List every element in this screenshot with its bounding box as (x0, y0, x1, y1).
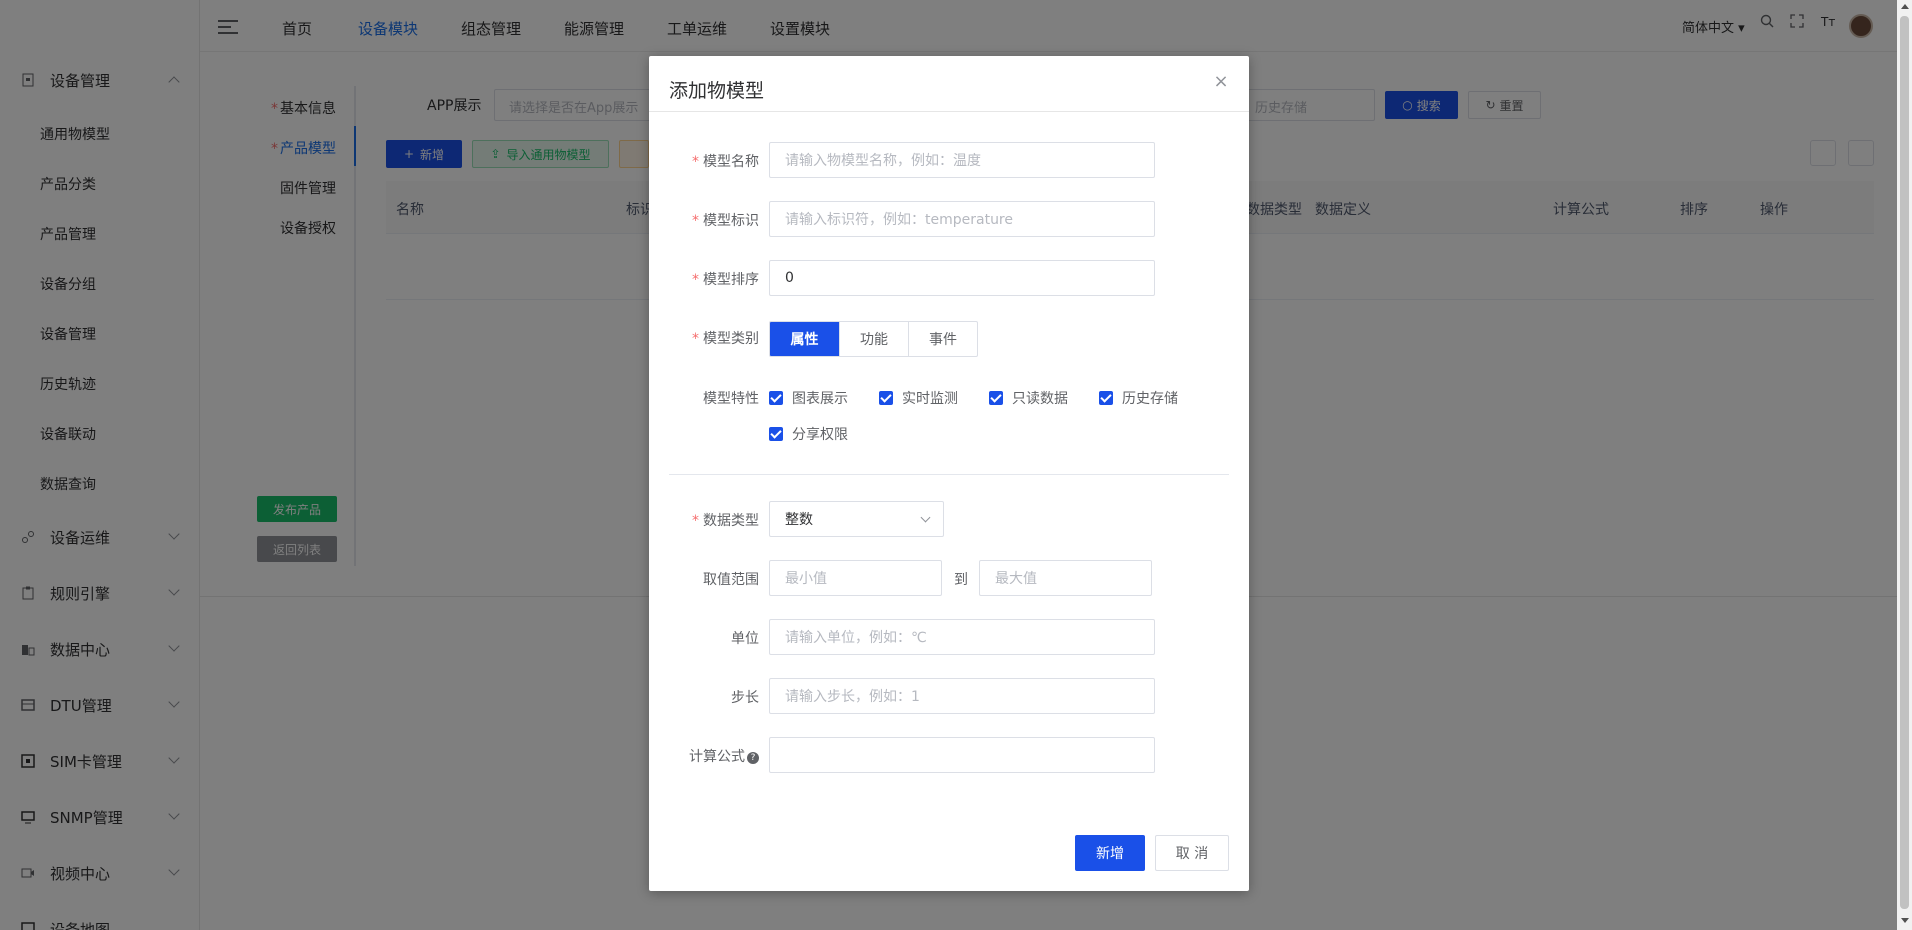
scroll-up-icon[interactable] (1901, 4, 1909, 9)
formula-label: 计算公式? (689, 746, 759, 766)
select-value: 整数 (785, 512, 813, 528)
category-function-radio[interactable]: 功能 (839, 322, 908, 356)
step-label: 步长 (731, 690, 759, 706)
dialog-header-divider (649, 111, 1249, 112)
scroll-down-icon[interactable] (1901, 918, 1909, 923)
label-text: 模型类别 (703, 331, 759, 347)
checkbox-label: 分享权限 (792, 427, 848, 443)
feature-chart-checkbox[interactable]: 图表展示 (769, 388, 848, 408)
label-text: 模型标识 (703, 213, 759, 229)
required-mark: * (692, 213, 699, 229)
checkbox-label: 实时监测 (902, 391, 958, 407)
step-input[interactable]: 请输入步长，例如：1 (769, 678, 1155, 714)
unit-input[interactable]: 请输入单位，例如：℃ (769, 619, 1155, 655)
close-icon[interactable]: × (1213, 73, 1229, 91)
checkbox-label: 图表展示 (792, 391, 848, 407)
check-icon (989, 391, 1003, 405)
chevron-down-icon (920, 512, 931, 523)
feature-realtime-checkbox[interactable]: 实时监测 (879, 388, 958, 408)
required-mark: * (692, 331, 699, 347)
feature-share-checkbox[interactable]: 分享权限 (769, 424, 848, 444)
check-icon (879, 391, 893, 405)
feature-readonly-checkbox[interactable]: 只读数据 (989, 388, 1068, 408)
check-icon (1099, 391, 1113, 405)
required-mark: * (692, 154, 699, 170)
dialog-title: 添加物模型 (669, 80, 765, 102)
help-icon[interactable]: ? (747, 752, 759, 764)
category-event-radio[interactable]: 事件 (908, 322, 977, 356)
checkbox-label: 只读数据 (1012, 391, 1068, 407)
label-text: 计算公式 (689, 749, 745, 765)
feature-history-checkbox[interactable]: 历史存储 (1099, 388, 1178, 408)
data-type-label: * 数据类型 (692, 510, 759, 530)
value-range-label: 取值范围 (703, 572, 759, 588)
required-mark: * (692, 272, 699, 288)
model-name-input[interactable]: 请输入物模型名称，例如：温度 (769, 142, 1155, 178)
model-id-label: * 模型标识 (692, 210, 759, 230)
add-model-dialog: 添加物模型 × * 模型名称 请输入物模型名称，例如：温度 * 模型标识 请输入标识… (649, 56, 1249, 891)
unit-label: 单位 (731, 631, 759, 647)
page-scrollbar[interactable] (1897, 0, 1912, 930)
category-property-radio[interactable]: 属性 (770, 322, 839, 356)
submit-add-button[interactable]: 新增 (1075, 835, 1145, 871)
min-value-input[interactable]: 最小值 (769, 560, 942, 596)
scroll-thumb[interactable] (1900, 16, 1909, 909)
label-text: 模型名称 (703, 154, 759, 170)
checkbox-label: 历史存储 (1122, 391, 1178, 407)
check-icon (769, 391, 783, 405)
form-divider (669, 474, 1229, 475)
required-mark: * (692, 513, 699, 529)
check-icon (769, 427, 783, 441)
model-feature-label: 模型特性 (703, 391, 759, 407)
cancel-button[interactable]: 取 消 (1155, 835, 1229, 871)
label-text: 数据类型 (703, 513, 759, 529)
max-value-input[interactable]: 最大值 (979, 560, 1152, 596)
model-name-label: * 模型名称 (692, 151, 759, 171)
model-id-input[interactable]: 请输入标识符，例如：temperature (769, 201, 1155, 237)
model-order-label: * 模型排序 (692, 269, 759, 289)
model-order-input[interactable]: 0 (769, 260, 1155, 296)
data-type-select[interactable]: 整数 (769, 501, 944, 537)
formula-input[interactable] (769, 737, 1155, 773)
label-text: 模型排序 (703, 272, 759, 288)
model-category-label: * 模型类别 (692, 328, 759, 348)
model-category-radio-group: 属性 功能 事件 (769, 321, 978, 357)
range-to-label: 到 (954, 572, 968, 588)
